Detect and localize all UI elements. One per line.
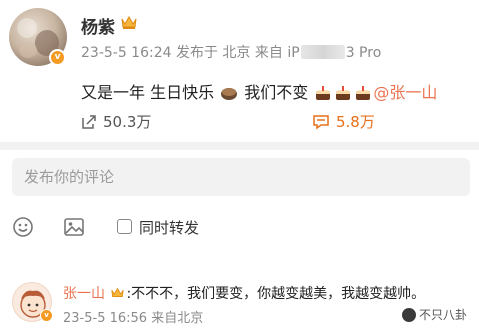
crown-icon — [111, 287, 125, 297]
image-icon[interactable] — [63, 216, 85, 238]
reply-author-name[interactable]: 张一山 — [63, 286, 105, 302]
reply-meta: 23-5-5 16:56 来自北京 — [63, 311, 204, 326]
reply-content: 张一山 :不不不，我们要变，你越变越美，我越变越帅。 — [63, 283, 425, 303]
repost-button[interactable]: 50.3万 — [81, 111, 151, 132]
crown-icon — [121, 15, 137, 29]
watermark-logo-icon — [401, 308, 416, 322]
post-meta: 23-5-5 16:24 发布于 北京 来自 iP 3 Pro — [81, 42, 381, 62]
watermark: 不只八卦 — [397, 304, 471, 325]
section-divider — [0, 142, 479, 150]
verified-badge-icon: v — [49, 49, 66, 66]
post-text-main: 又是一年 生日快乐 — [81, 83, 215, 102]
emoji-icon[interactable] — [12, 216, 34, 238]
comment-icon — [313, 115, 329, 130]
redacted-blur — [300, 45, 345, 59]
post-timestamp: 23-5-5 16:24 — [81, 45, 172, 61]
reply-verified-badge-icon: v — [40, 309, 53, 322]
post-content: 又是一年 生日快乐 我们不变 @张一山 — [81, 79, 437, 103]
mention-link[interactable]: @张一山 — [373, 83, 437, 102]
reply-text: :不不不，我们要变，你越变越美，我越变越帅。 — [126, 286, 426, 302]
cake-emoji-icon — [356, 86, 371, 100]
repost-count: 50.3万 — [103, 113, 152, 131]
post-text-after-cake: 我们不变 — [244, 83, 309, 102]
author-name[interactable]: 杨紫 — [81, 13, 115, 38]
cake-emoji-icon — [316, 86, 331, 100]
comment-count: 5.8万 — [336, 113, 375, 131]
comment-input[interactable]: 发布你的评论 — [12, 158, 470, 196]
also-repost-label[interactable]: 同时转发 — [139, 217, 199, 238]
share-icon — [82, 115, 96, 129]
post-source-prefix: 来自 iP — [254, 45, 300, 61]
post-source-suffix: 3 Pro — [345, 45, 382, 61]
composer-toolbar: 同时转发 — [0, 216, 479, 238]
also-repost-checkbox[interactable] — [117, 219, 132, 234]
cake-emoji-icon — [336, 86, 351, 100]
watermark-label: 不只八卦 — [418, 308, 467, 322]
cake-emoji-icon — [221, 88, 238, 100]
comment-button[interactable]: 5.8万 — [312, 111, 375, 132]
post-location: 发布于 北京 — [175, 45, 251, 61]
